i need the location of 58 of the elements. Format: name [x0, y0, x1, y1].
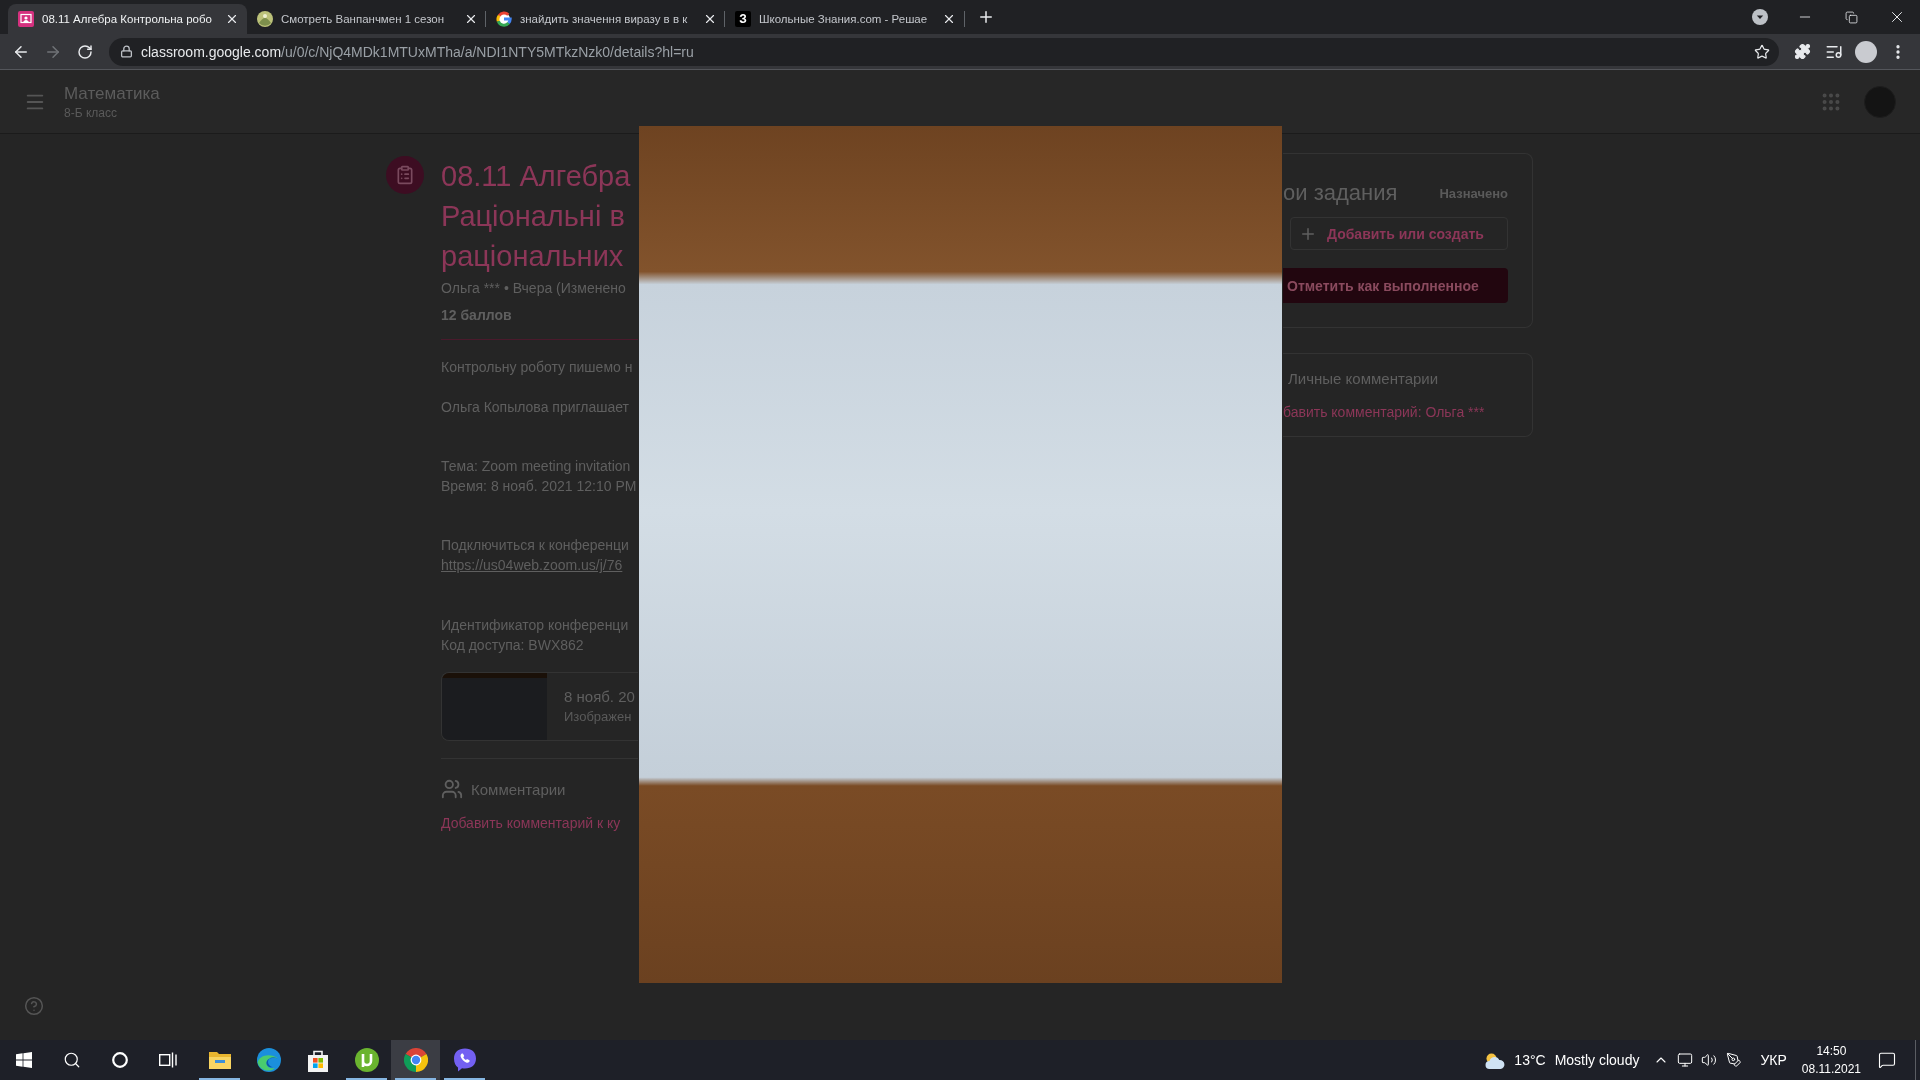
- letter-tile-icon: З: [735, 11, 751, 27]
- browser-tab[interactable]: 08.11 Алгебра Контрольна робо: [8, 4, 247, 34]
- clock-time[interactable]: 14:50: [1816, 1042, 1847, 1060]
- attachment-title: 8 нояб. 20: [564, 686, 635, 707]
- address-bar[interactable]: classroom.google.com/u/0/c/NjQ4MDk1MTUxMTha/a/NDI1NTY5MTkzNzk0/details?hl=ru: [109, 37, 1779, 66]
- round-picture-icon: [257, 11, 273, 27]
- description-text: Подключиться к конференци: [441, 536, 629, 555]
- speaker-icon[interactable]: [1701, 1052, 1718, 1068]
- clock-date[interactable]: 08.11.2021: [1801, 1060, 1861, 1078]
- swirl-logo-icon[interactable]: [256, 1048, 281, 1072]
- reload-icon[interactable]: [77, 43, 93, 60]
- weather-temperature[interactable]: 13°C: [1514, 1052, 1546, 1068]
- folder-icon[interactable]: [207, 1050, 232, 1070]
- description-text: Ольга Копылова приглашает: [441, 398, 629, 417]
- description-text: Идентификатор конференци: [441, 616, 629, 635]
- search-icon[interactable]: [63, 1051, 81, 1069]
- points-label: 12 баллов: [441, 306, 512, 325]
- star-icon[interactable]: [1754, 43, 1770, 60]
- person-tile-icon: [18, 11, 34, 27]
- lock-icon[interactable]: [120, 45, 133, 58]
- g-logo-icon: [496, 11, 512, 27]
- browser-tab[interactable]: З Школьные Знания.com - Решае: [725, 4, 964, 34]
- description-text: Тема: Zoom meeting invitation: [441, 457, 631, 476]
- cloud-sun-icon[interactable]: [1484, 1051, 1506, 1069]
- weather-condition[interactable]: Mostly cloudy: [1554, 1052, 1640, 1068]
- down-caret-circle-icon[interactable]: [1752, 9, 1768, 25]
- monitor-icon[interactable]: [1677, 1052, 1694, 1068]
- taskbar-button[interactable]: [391, 1040, 440, 1080]
- plus-icon[interactable]: [977, 8, 995, 26]
- description-text: Код доступа: BWX862: [441, 636, 584, 655]
- work-title: ои задания: [1283, 180, 1398, 206]
- shopping-bag-icon[interactable]: [305, 1048, 330, 1072]
- author-meta: Ольга *** • Вчера (Изменено: [441, 279, 626, 298]
- description-text: Время: 8 нояб. 2021 12:10 PM: [441, 477, 637, 496]
- task-view-icon[interactable]: [159, 1052, 177, 1068]
- assignment-title: 08.11 Алгебра Раціональні в раціональних: [441, 159, 631, 274]
- pen-icon[interactable]: [1726, 1052, 1743, 1068]
- private-comments-title: Личные комментарии: [1288, 369, 1439, 389]
- close-icon[interactable]: [464, 12, 478, 26]
- description-text: Контрольну роботу пишемо н: [441, 358, 633, 377]
- u-logo-icon[interactable]: [354, 1048, 379, 1072]
- phone-bubble-icon[interactable]: [452, 1048, 477, 1072]
- browser-tab[interactable]: знайдить значення виразу в в к: [486, 4, 725, 34]
- assignment-icon: [386, 156, 424, 194]
- restore-icon[interactable]: [1844, 10, 1858, 24]
- browser-logo-icon[interactable]: [403, 1048, 428, 1072]
- windows-logo-icon[interactable]: [16, 1052, 32, 1068]
- puzzle-icon[interactable]: [1793, 43, 1811, 60]
- people-icon: [441, 778, 463, 800]
- comments-label: Комментарии: [471, 780, 566, 798]
- close-icon[interactable]: [225, 12, 239, 26]
- close-icon[interactable]: [942, 12, 956, 26]
- avatar-icon[interactable]: [1855, 40, 1877, 63]
- browser-tab[interactable]: Смотреть Ванпанчмен 1 сезон: [247, 4, 486, 34]
- language-indicator[interactable]: УКР: [1760, 1052, 1787, 1068]
- ring-icon[interactable]: [112, 1052, 128, 1068]
- close-icon[interactable]: [703, 12, 717, 26]
- notification-icon[interactable]: [1878, 1051, 1896, 1069]
